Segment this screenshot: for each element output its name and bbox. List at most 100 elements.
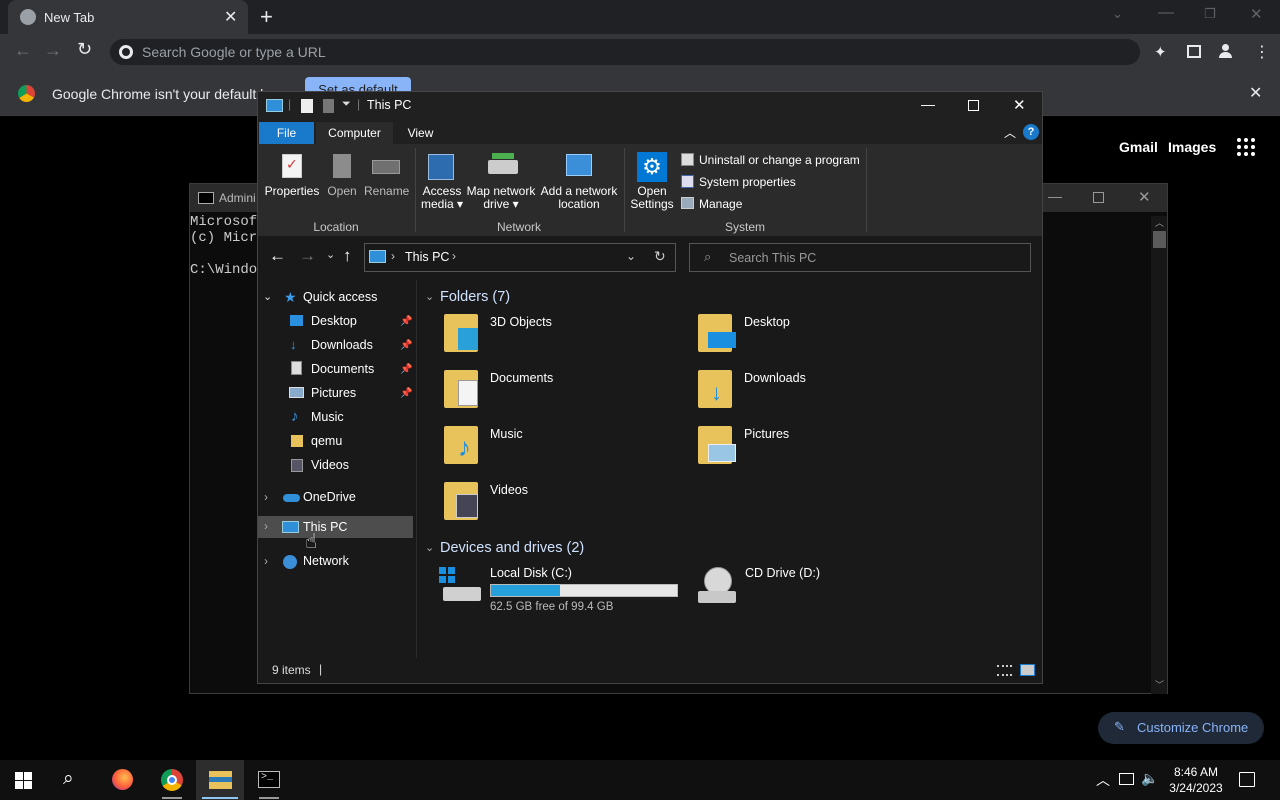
qat-properties-icon[interactable] xyxy=(301,99,313,113)
nav-music[interactable]: Music xyxy=(311,410,344,424)
folder-item[interactable]: 3D Objects xyxy=(442,312,678,360)
map-network-drive-button[interactable]: Map network drive ▾ xyxy=(464,150,538,212)
breadcrumb-this-pc[interactable]: This PC xyxy=(405,250,449,264)
infobar-close-icon[interactable]: ✕ xyxy=(1249,83,1262,103)
qat-new-folder-icon[interactable] xyxy=(323,99,334,113)
expand-chevron-icon[interactable]: › xyxy=(264,554,268,568)
profile-icon[interactable] xyxy=(1219,44,1232,58)
rename-button[interactable]: Rename xyxy=(364,150,409,198)
start-button[interactable] xyxy=(0,760,48,800)
add-network-location-button[interactable]: Add a network location xyxy=(540,150,618,212)
customize-chrome-button[interactable]: ✎ Customize Chrome xyxy=(1098,712,1264,744)
omnibox[interactable]: Search Google or type a URL xyxy=(110,39,1140,65)
forward-arrow-icon[interactable]: → xyxy=(299,246,316,266)
collapse-group-icon[interactable]: ⌄ xyxy=(425,290,434,303)
folder-item[interactable]: Videos xyxy=(442,480,678,528)
images-link[interactable]: Images xyxy=(1168,139,1216,155)
minimize-icon[interactable]: — xyxy=(1158,4,1174,22)
nav-onedrive[interactable]: OneDrive xyxy=(303,490,356,504)
expand-chevron-icon[interactable]: › xyxy=(264,490,268,504)
drive-item[interactable]: CD Drive (D:) xyxy=(692,563,932,613)
explorer-titlebar[interactable]: | ⏷ | This PC — ✕ xyxy=(258,92,1042,120)
back-icon[interactable]: ← xyxy=(14,40,32,61)
close-tab-icon[interactable]: ✕ xyxy=(224,7,237,27)
nav-videos[interactable]: Videos xyxy=(311,458,349,472)
close-window-icon[interactable]: ✕ xyxy=(1250,5,1263,23)
expand-chevron-icon[interactable]: › xyxy=(264,519,268,533)
chrome-taskbar-button[interactable] xyxy=(148,760,196,800)
cmd-scroll-thumb[interactable] xyxy=(1153,231,1166,248)
folder-item[interactable]: Documents xyxy=(442,368,678,416)
side-panel-icon[interactable] xyxy=(1187,45,1201,58)
drive-item[interactable]: Local Disk (C:) 62.5 GB free of 99.4 GB xyxy=(437,563,682,613)
system-properties-button[interactable]: System properties xyxy=(681,174,801,190)
address-bar[interactable]: › This PC › ⌄ ↻ xyxy=(364,243,676,272)
uninstall-program-button[interactable]: Uninstall or change a program xyxy=(681,152,863,168)
tab-computer[interactable]: Computer xyxy=(316,122,393,144)
qat-customize-icon[interactable]: ⏷ xyxy=(342,98,351,111)
chrome-tab[interactable]: New Tab ✕ xyxy=(8,0,248,34)
tab-search-icon[interactable]: ⌄ xyxy=(1112,6,1123,22)
folder-item[interactable]: Desktop xyxy=(696,312,932,360)
expand-chevron-icon[interactable]: ⌄ xyxy=(263,290,272,303)
show-hidden-icons-icon[interactable]: ︿ xyxy=(1096,770,1110,790)
details-view-icon[interactable] xyxy=(997,665,1012,676)
tab-view[interactable]: View xyxy=(398,122,443,144)
extensions-icon[interactable]: ✦ xyxy=(1154,43,1167,61)
collapse-ribbon-icon[interactable]: ︿ xyxy=(1004,124,1016,141)
folder-item[interactable]: ♪ Music xyxy=(442,424,678,472)
folder-item[interactable]: ↓ Downloads xyxy=(696,368,932,416)
firefox-button[interactable] xyxy=(98,760,146,800)
new-tab-button[interactable]: + xyxy=(260,4,273,30)
network-status-icon[interactable] xyxy=(1119,773,1134,785)
forward-icon[interactable]: → xyxy=(44,40,62,61)
refresh-icon[interactable]: ↻ xyxy=(654,248,666,265)
folders-header[interactable]: Folders (7) xyxy=(440,289,510,305)
clock[interactable]: 8:46 AM 3/24/2023 xyxy=(1160,765,1232,795)
collapse-group-icon[interactable]: ⌄ xyxy=(425,541,434,554)
access-media-button[interactable]: Access media ▾ xyxy=(420,150,464,212)
apps-grid-icon[interactable] xyxy=(1237,138,1255,156)
folder-item[interactable]: Pictures xyxy=(696,424,932,472)
search-box[interactable]: ⌕ Search This PC xyxy=(689,243,1031,272)
volume-muted-icon[interactable]: 🔈 xyxy=(1141,770,1158,787)
explorer-minimize-icon[interactable]: — xyxy=(921,96,935,112)
nav-this-pc-row[interactable]: › This PC xyxy=(258,516,413,538)
explorer-maximize-icon[interactable] xyxy=(968,100,979,111)
search-button[interactable]: ⌕ xyxy=(48,760,96,800)
recent-locations-icon[interactable]: ⌄ xyxy=(326,248,335,261)
restore-icon[interactable]: ❐ xyxy=(1204,6,1216,22)
drives-header[interactable]: Devices and drives (2) xyxy=(440,540,584,556)
nav-downloads[interactable]: Downloads xyxy=(311,338,373,352)
tab-file[interactable]: File xyxy=(259,122,314,144)
help-icon[interactable]: ? xyxy=(1023,124,1039,140)
explorer-close-icon[interactable]: ✕ xyxy=(1013,96,1026,114)
nav-network[interactable]: Network xyxy=(303,554,349,568)
properties-button[interactable]: ✓ Properties xyxy=(264,150,320,198)
breadcrumb-chevron-icon[interactable]: › xyxy=(452,249,456,263)
reload-icon[interactable]: ↻ xyxy=(77,39,92,60)
cmd-close-icon[interactable]: ✕ xyxy=(1138,188,1151,206)
nav-qemu[interactable]: qemu xyxy=(311,434,342,448)
back-arrow-icon[interactable]: ← xyxy=(269,246,286,266)
cmd-scrollbar[interactable]: ︿ ﹀ xyxy=(1151,216,1167,694)
notifications-icon[interactable] xyxy=(1239,772,1255,787)
file-explorer-window[interactable]: | ⏷ | This PC — ✕ File Computer View ︿ ?… xyxy=(257,91,1043,684)
manage-button[interactable]: Manage xyxy=(681,196,751,212)
nav-documents[interactable]: Documents xyxy=(311,362,374,376)
address-dropdown-icon[interactable]: ⌄ xyxy=(626,249,636,263)
up-arrow-icon[interactable]: ↑ xyxy=(343,246,352,266)
cmd-taskbar-button[interactable]: >_ xyxy=(245,760,293,800)
file-explorer-taskbar-button[interactable] xyxy=(196,760,244,800)
nav-desktop[interactable]: Desktop xyxy=(311,314,357,328)
nav-pictures[interactable]: Pictures xyxy=(311,386,356,400)
gmail-link[interactable]: Gmail xyxy=(1119,139,1158,155)
scroll-down-icon: ﹀ xyxy=(1155,680,1165,690)
cmd-maximize-icon[interactable] xyxy=(1093,192,1104,203)
nav-quick-access[interactable]: Quick access xyxy=(303,290,377,304)
open-button[interactable]: Open xyxy=(324,150,360,198)
open-settings-button[interactable]: ⚙ Open Settings xyxy=(628,150,676,212)
large-icons-view-icon[interactable] xyxy=(1020,664,1035,676)
cmd-minimize-icon[interactable]: — xyxy=(1048,188,1062,204)
menu-kebab-icon[interactable]: ⋮ xyxy=(1254,42,1270,62)
